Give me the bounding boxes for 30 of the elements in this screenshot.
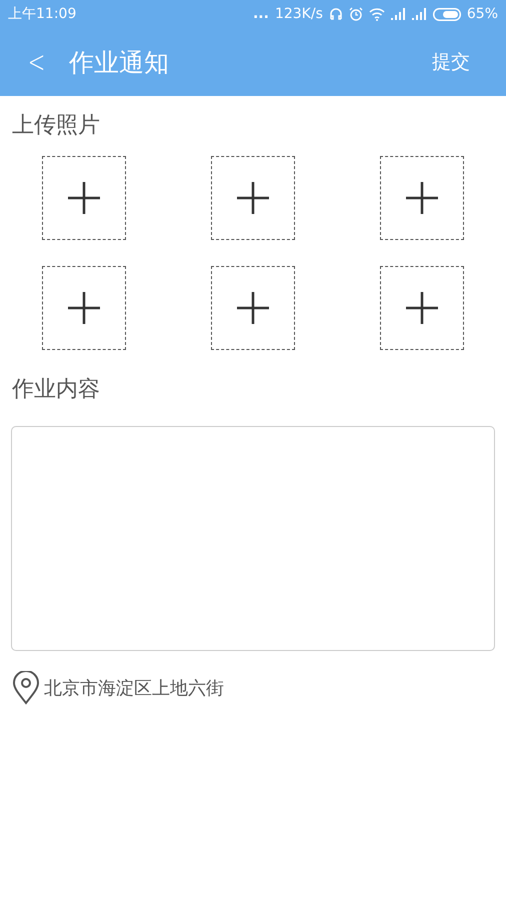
plus-icon xyxy=(67,181,101,215)
signal-icon xyxy=(390,8,406,20)
page-title: 作业通知 xyxy=(69,46,170,78)
location-text: 北京市海淀区上地六街 xyxy=(44,677,224,700)
section-label: 上传照片 xyxy=(11,112,101,140)
submit-button[interactable]: 提交 xyxy=(426,45,476,79)
add-photo-button[interactable] xyxy=(211,266,295,350)
plus-icon xyxy=(67,291,101,325)
back-button[interactable]: < xyxy=(24,44,48,80)
plus-icon xyxy=(405,291,439,325)
plus-icon xyxy=(236,181,270,215)
add-photo-button[interactable] xyxy=(380,156,464,240)
network-speed: 123K/s xyxy=(274,6,323,22)
plus-icon xyxy=(405,181,439,215)
alarm-icon xyxy=(348,7,363,21)
headphones-icon xyxy=(328,7,343,21)
plus-icon xyxy=(236,291,270,325)
signal-icon xyxy=(412,8,427,20)
status-time: 上午11:09 xyxy=(8,5,76,23)
location-pin-icon xyxy=(12,671,40,705)
add-photo-button[interactable] xyxy=(42,156,126,240)
section-label: 作业内容 xyxy=(11,376,101,404)
add-photo-button[interactable] xyxy=(211,156,295,240)
add-photo-button[interactable] xyxy=(42,266,126,350)
wifi-icon xyxy=(368,8,385,20)
add-photo-button[interactable] xyxy=(380,266,464,350)
content-field[interactable] xyxy=(11,426,495,651)
status-more: ... xyxy=(252,6,269,22)
battery-icon xyxy=(432,8,461,20)
battery-percent: 65% xyxy=(466,6,498,22)
